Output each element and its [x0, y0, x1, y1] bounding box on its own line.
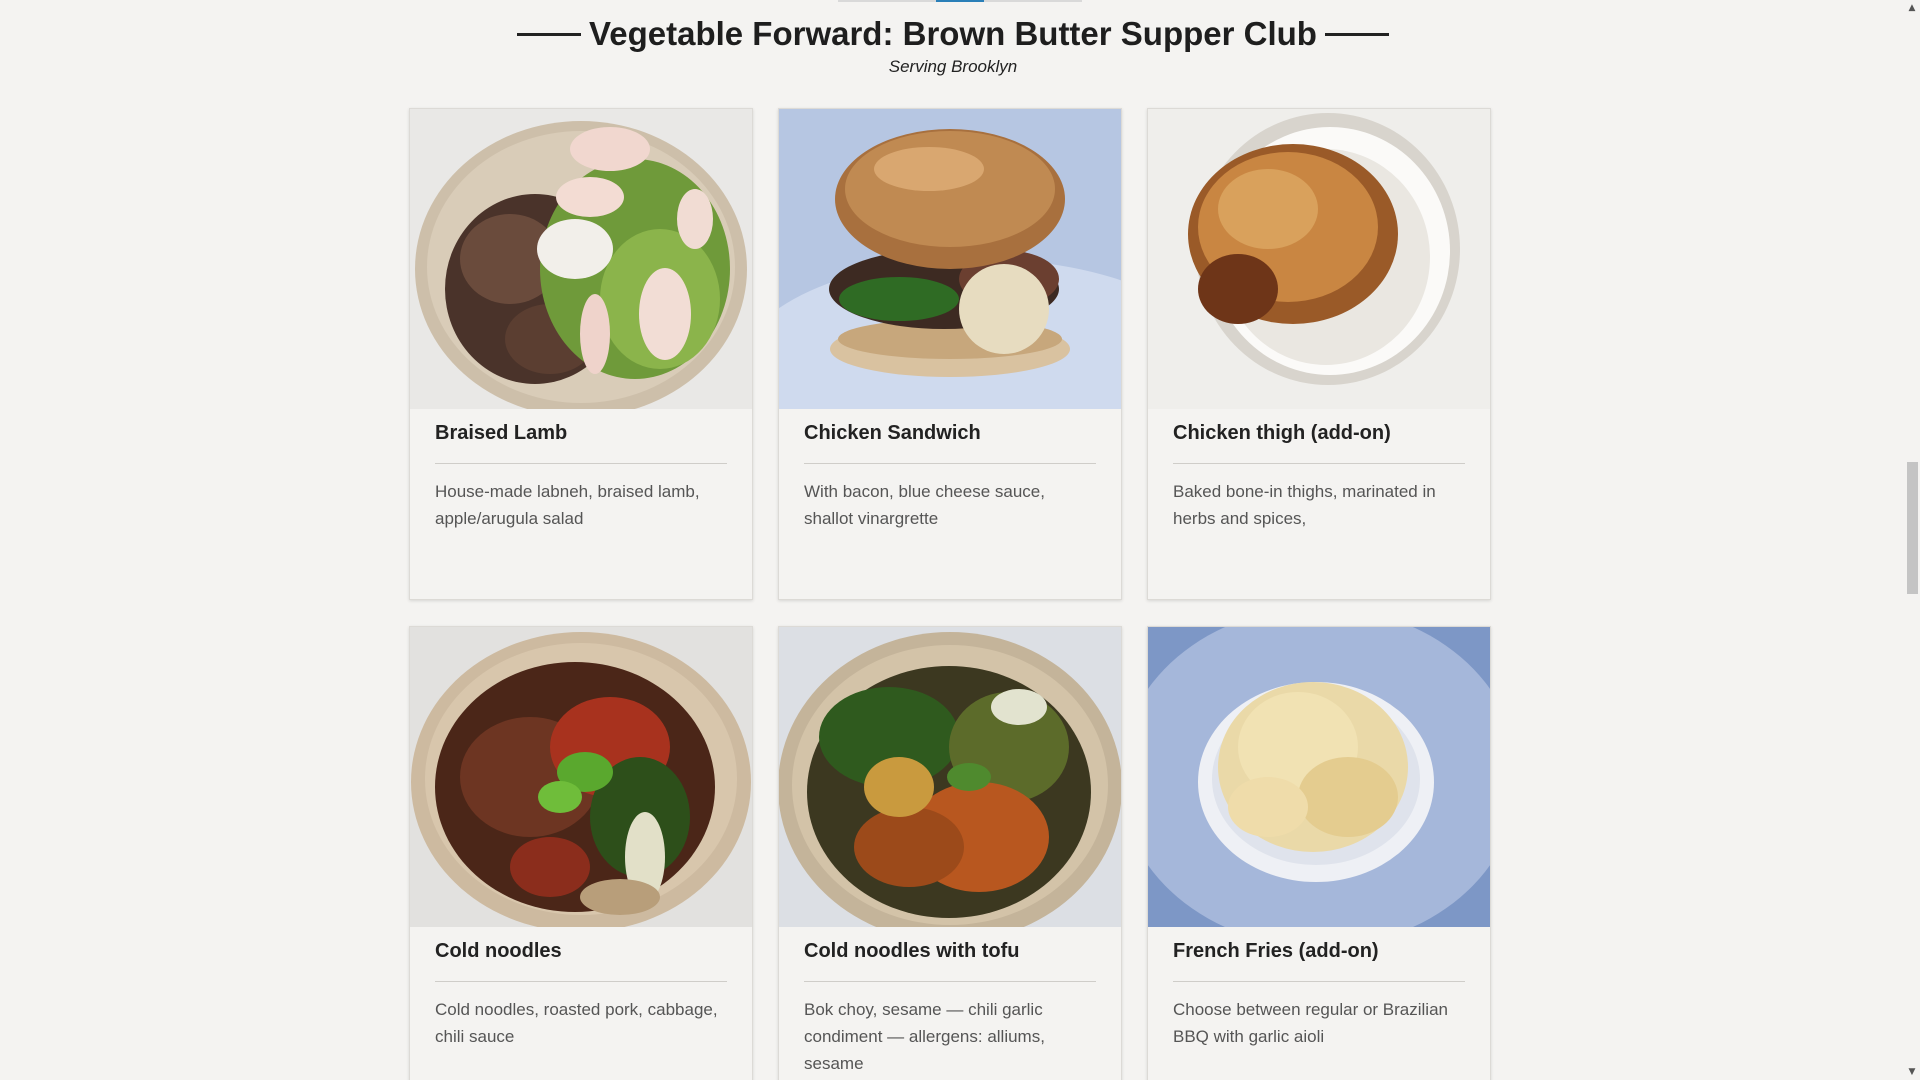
- card-divider: [435, 981, 727, 982]
- card-body: Cold noodles Cold noodles, roasted pork,…: [410, 927, 752, 1050]
- page: Vegetable Forward: Brown Butter Supper C…: [0, 0, 1920, 1080]
- card-divider: [435, 463, 727, 464]
- card-title: Braised Lamb: [435, 422, 568, 444]
- scroll-up-arrow-icon[interactable]: ▲: [1907, 2, 1917, 14]
- header: Vegetable Forward: Brown Butter Supper C…: [0, 12, 1906, 78]
- scrollbar-thumb[interactable]: [1907, 462, 1918, 594]
- card-divider: [804, 463, 1096, 464]
- card-description: Baked bone-in thighs, marinated in herbs…: [1173, 482, 1436, 528]
- title-rule-left: [517, 32, 582, 36]
- card-title: French Fries (add-on): [1173, 940, 1379, 962]
- card-description: House-made labneh, braised lamb, apple/a…: [435, 482, 700, 528]
- title-rule-right: [1324, 32, 1389, 36]
- menu-card[interactable]: French Fries (add-on) Choose between reg…: [1147, 626, 1491, 1080]
- page-subtitle: Serving Brooklyn: [888, 57, 1018, 76]
- card-title: Cold noodles: [435, 940, 562, 962]
- scrollbar[interactable]: ▲ ▼: [1905, 0, 1920, 1080]
- card-description: Choose between regular or Brazilian BBQ …: [1173, 1000, 1448, 1046]
- card-title: Chicken Sandwich: [804, 422, 981, 444]
- card-divider: [1173, 463, 1465, 464]
- card-title: Chicken thigh (add-on): [1173, 422, 1391, 444]
- menu-card[interactable]: Chicken Sandwich With bacon, blue cheese…: [778, 108, 1122, 600]
- chicken-sandwich-photo: [779, 109, 1121, 409]
- cold-noodles-bowl-photo: [410, 627, 752, 927]
- menu-grid: Braised Lamb House-made labneh, braised …: [409, 108, 1491, 1080]
- menu-card[interactable]: Braised Lamb House-made labneh, braised …: [409, 108, 753, 600]
- card-description: With bacon, blue cheese sauce, shallot v…: [804, 482, 1045, 528]
- card-title: Cold noodles with tofu: [804, 940, 1020, 962]
- cold-noodles-tofu-bowl-photo: [779, 627, 1121, 927]
- menu-card[interactable]: Cold noodles Cold noodles, roasted pork,…: [409, 626, 753, 1080]
- chicken-thigh-photo: [1148, 109, 1490, 409]
- card-body: Braised Lamb House-made labneh, braised …: [410, 409, 752, 532]
- braised-lamb-bowl-photo: [410, 109, 752, 409]
- card-description: Bok choy, sesame — chili garlic condimen…: [804, 1000, 1045, 1073]
- title-row: Vegetable Forward: Brown Butter Supper C…: [0, 12, 1906, 56]
- card-body: Cold noodles with tofu Bok choy, sesame …: [779, 927, 1121, 1077]
- card-body: Chicken thigh (add-on) Baked bone-in thi…: [1148, 409, 1490, 532]
- card-divider: [804, 981, 1096, 982]
- menu-card[interactable]: Chicken thigh (add-on) Baked bone-in thi…: [1147, 108, 1491, 600]
- menu-card[interactable]: Cold noodles with tofu Bok choy, sesame …: [778, 626, 1122, 1080]
- top-tab-active-indicator[interactable]: [936, 0, 984, 2]
- card-body: Chicken Sandwich With bacon, blue cheese…: [779, 409, 1121, 532]
- card-body: French Fries (add-on) Choose between reg…: [1148, 927, 1490, 1050]
- card-description: Cold noodles, roasted pork, cabbage, chi…: [435, 1000, 718, 1046]
- scroll-down-arrow-icon[interactable]: ▼: [1907, 1066, 1917, 1078]
- page-title: Vegetable Forward: Brown Butter Supper C…: [589, 15, 1317, 52]
- french-fries-photo: [1148, 627, 1490, 927]
- card-divider: [1173, 981, 1465, 982]
